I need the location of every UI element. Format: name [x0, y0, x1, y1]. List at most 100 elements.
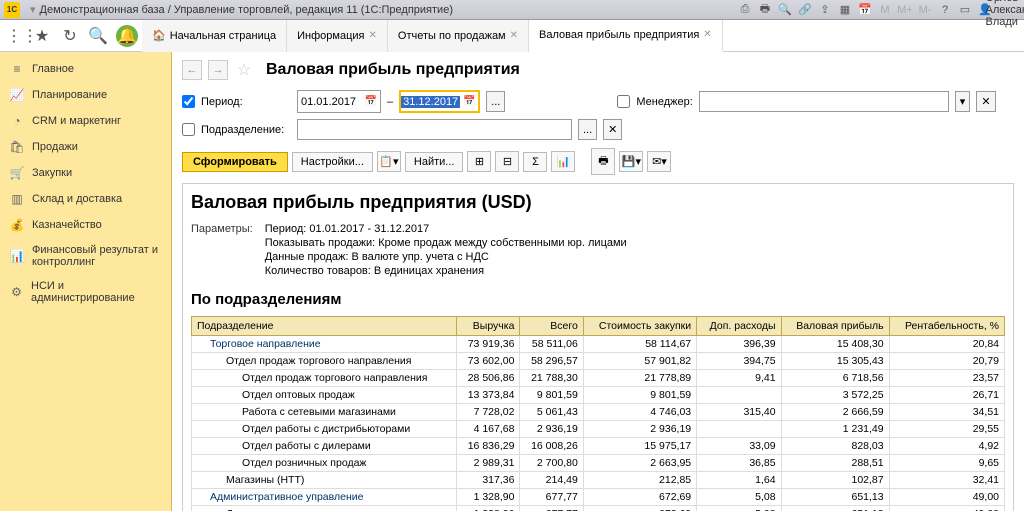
- date-to-input[interactable]: 31.12.2017: [401, 96, 460, 108]
- table-cell: [697, 421, 781, 438]
- dept-input[interactable]: [297, 119, 572, 140]
- window-icon[interactable]: ▭: [958, 3, 972, 17]
- table-row[interactable]: Отдел продаж торгового направления28 506…: [192, 370, 1005, 387]
- manager-clear-button[interactable]: ✕: [976, 91, 995, 112]
- back-button[interactable]: ←: [182, 60, 202, 80]
- settings-button[interactable]: Настройки...: [292, 152, 373, 172]
- sidebar-item-planning[interactable]: 📈Планирование: [0, 82, 171, 108]
- column-header[interactable]: Выручка: [457, 317, 520, 336]
- manager-select-button[interactable]: ▾: [955, 91, 971, 112]
- sidebar-item-crm[interactable]: ◔CRM и маркетинг: [0, 108, 171, 134]
- sidebar-label: Главное: [32, 63, 74, 75]
- bell-icon[interactable]: 🔔: [116, 25, 138, 47]
- chart-button[interactable]: 📊: [551, 151, 575, 172]
- chart-icon: 📈: [10, 88, 24, 102]
- period-checkbox[interactable]: [182, 95, 195, 108]
- params-label: Параметры:: [191, 223, 253, 279]
- close-icon[interactable]: ✕: [510, 30, 518, 41]
- table-row[interactable]: Отдел продаж торгового направления73 602…: [192, 353, 1005, 370]
- sidebar-item-warehouse[interactable]: ▥Склад и доставка: [0, 186, 171, 212]
- dept-clear-button[interactable]: ✕: [603, 119, 622, 140]
- tab-profit[interactable]: Валовая прибыль предприятия✕: [529, 20, 723, 52]
- run-button[interactable]: Сформировать: [182, 152, 288, 172]
- close-icon[interactable]: ✕: [703, 29, 711, 40]
- tab-info[interactable]: Информация✕: [287, 20, 388, 52]
- printer-icon[interactable]: 🖶: [758, 3, 772, 17]
- sidebar-item-treasury[interactable]: 💰Казначейство: [0, 212, 171, 238]
- column-header[interactable]: Рентабельность, %: [889, 317, 1004, 336]
- report-body: Валовая прибыль предприятия (USD) Параме…: [182, 183, 1014, 511]
- column-header[interactable]: Стоимость закупки: [583, 317, 696, 336]
- collapse-button[interactable]: ⊟: [495, 151, 519, 172]
- sidebar-item-main[interactable]: ≡Главное: [0, 52, 171, 82]
- table-cell: 4,92: [889, 438, 1004, 455]
- close-icon[interactable]: ✕: [369, 30, 377, 41]
- table-row[interactable]: Дирекция1 328,90677,77672,695,08651,1349…: [192, 506, 1005, 511]
- save-button[interactable]: 💾▾: [619, 151, 643, 172]
- sidebar-item-admin[interactable]: ⚙НСИ и администрирование: [0, 274, 171, 310]
- find-button[interactable]: Найти...: [405, 152, 464, 172]
- table-cell: 21 788,30: [520, 370, 583, 387]
- favorite-button[interactable]: ☆: [234, 60, 254, 80]
- variant-button[interactable]: 📋▾: [377, 151, 401, 172]
- sidebar-item-finance[interactable]: 📊Финансовый результат и контроллинг: [0, 238, 171, 274]
- table-cell: 214,49: [520, 472, 583, 489]
- grid-icon[interactable]: ▦: [838, 3, 852, 17]
- sidebar-item-purchase[interactable]: 🛒Закупки: [0, 160, 171, 186]
- section-title: По подразделениям: [191, 291, 1005, 308]
- expand-button[interactable]: ⊞: [467, 151, 491, 172]
- calendar-icon[interactable]: 📅: [362, 96, 380, 107]
- table-row[interactable]: Отдел розничных продаж2 989,312 700,802 …: [192, 455, 1005, 472]
- search-toolbar-icon[interactable]: 🔍: [84, 22, 112, 50]
- table-row[interactable]: Административное управление1 328,90677,7…: [192, 489, 1005, 506]
- table-row[interactable]: Торговое направление73 919,3658 511,0658…: [192, 336, 1005, 353]
- print-button[interactable]: 🖶: [591, 148, 615, 175]
- column-header[interactable]: Подразделение: [192, 317, 457, 336]
- help-icon[interactable]: ?: [938, 3, 952, 17]
- date-from-input[interactable]: [298, 92, 362, 111]
- dept-select-button[interactable]: ...: [578, 119, 597, 140]
- favorite-icon[interactable]: ▾: [30, 3, 36, 16]
- column-header[interactable]: Доп. расходы: [697, 317, 781, 336]
- table-cell: 394,75: [697, 353, 781, 370]
- calendar-icon[interactable]: 📅: [858, 3, 872, 17]
- sum-button[interactable]: Σ: [523, 152, 547, 172]
- table-row[interactable]: Магазины (НТТ)317,36214,49212,851,64102,…: [192, 472, 1005, 489]
- tab-home-label: Начальная страница: [170, 30, 276, 42]
- apps-icon[interactable]: ⋮⋮⋮: [0, 22, 28, 50]
- search-icon[interactable]: 🔍: [778, 3, 792, 17]
- table-row[interactable]: Работа с сетевыми магазинами7 728,025 06…: [192, 404, 1005, 421]
- table-cell: 1 231,49: [781, 421, 889, 438]
- m-plus-icon[interactable]: M+: [898, 3, 912, 17]
- manager-input[interactable]: [699, 91, 949, 112]
- history-icon[interactable]: ↻: [56, 22, 84, 50]
- link-icon[interactable]: 🔗: [798, 3, 812, 17]
- column-header[interactable]: Всего: [520, 317, 583, 336]
- dept-label: Подразделение:: [201, 124, 291, 136]
- table-cell: Отдел работы с дистрибьюторами: [192, 421, 457, 438]
- period-select-button[interactable]: ...: [486, 91, 505, 112]
- star-icon[interactable]: ★: [28, 22, 56, 50]
- table-row[interactable]: Отдел оптовых продаж13 373,849 801,599 8…: [192, 387, 1005, 404]
- tab-reports[interactable]: Отчеты по продажам✕: [388, 20, 529, 52]
- m-icon[interactable]: M: [878, 3, 892, 17]
- export-icon[interactable]: ⇪: [818, 3, 832, 17]
- dept-checkbox[interactable]: [182, 123, 195, 136]
- table-row[interactable]: Отдел работы с дилерами16 836,2916 008,2…: [192, 438, 1005, 455]
- forward-button[interactable]: →: [208, 60, 228, 80]
- sidebar-label: Финансовый результат и контроллинг: [32, 244, 161, 268]
- mail-button[interactable]: ✉▾: [647, 151, 671, 172]
- date-from-wrap[interactable]: 📅: [297, 90, 381, 113]
- tab-home[interactable]: 🏠Начальная страница: [142, 20, 287, 52]
- print-icon[interactable]: ⎙: [738, 3, 752, 17]
- m-minus-icon[interactable]: M-: [918, 3, 932, 17]
- table-row[interactable]: Отдел работы с дистрибьюторами4 167,682 …: [192, 421, 1005, 438]
- page-title: Валовая прибыль предприятия: [266, 61, 520, 79]
- calendar-icon[interactable]: 📅: [460, 96, 478, 107]
- table-cell: Отдел продаж торгового направления: [192, 370, 457, 387]
- user-name[interactable]: Орлов Александр Влади: [1006, 3, 1020, 17]
- sidebar-item-sales[interactable]: 🛍Продажи: [0, 134, 171, 160]
- column-header[interactable]: Валовая прибыль: [781, 317, 889, 336]
- date-to-wrap[interactable]: 31.12.2017📅: [399, 90, 480, 113]
- manager-checkbox[interactable]: [617, 95, 630, 108]
